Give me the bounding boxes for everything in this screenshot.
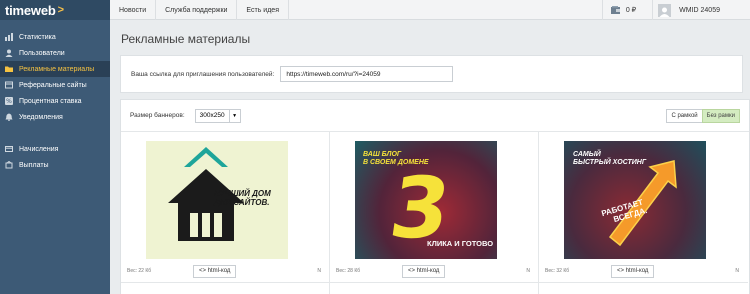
sidebar-item-notifications[interactable]: Уведомления	[0, 109, 110, 125]
card-footer: Вес: 28 Кб <> html-код N	[330, 264, 539, 278]
sidebar-item-label: Рекламные материалы	[19, 65, 95, 73]
html-code-button[interactable]: <> html-код	[402, 264, 446, 278]
accruals-icon	[5, 145, 13, 153]
sidebar: timeweb > Статистика Пользователи Реклам…	[0, 0, 110, 294]
sites-icon	[5, 81, 13, 89]
banner-card: ВАШ БЛОГ В СВОЕМ ДОМЕНЕ 3 КЛИКА И ГОТОВО…	[330, 132, 539, 294]
sidebar-item-label: Уведомления	[19, 113, 63, 121]
user-menu[interactable]: WMID 24059	[652, 0, 750, 20]
with-frame-button[interactable]: С рамкой	[666, 108, 702, 123]
sidebar-item-interest-rate[interactable]: % Процентная ставка	[0, 93, 110, 109]
sidebar-item-payouts[interactable]: Выплаты	[0, 157, 110, 173]
sidebar-nav: Статистика Пользователи Рекламные матери…	[0, 29, 110, 173]
balance-value: 0 ₽	[625, 7, 637, 14]
banner-size-value: 300x250	[196, 109, 230, 122]
sidebar-item-label: Пользователи	[19, 49, 65, 57]
invite-url-field[interactable]: https://timeweb.com/ru/?i=24059	[280, 66, 454, 82]
new-badge: N	[526, 268, 530, 274]
invite-link-panel: Ваша ссылка для приглашения пользователе…	[120, 55, 743, 93]
percent-icon: %	[5, 97, 13, 105]
sidebar-item-users[interactable]: Пользователи	[0, 45, 110, 61]
user-id: WMID 24059	[679, 6, 720, 14]
sidebar-item-accruals[interactable]: Начисления	[0, 141, 110, 157]
banner-image-fastest-hosting: САМЫЙ БЫСТРЫЙ ХОСТИНГ РАБОТАЕТ ВСЕГДА.	[564, 141, 706, 259]
banner-image-best-home: ЛУЧШИЙ ДОМ ДЛЯ САЙТОВ.	[146, 141, 288, 259]
logo-arrow-icon: >	[57, 4, 65, 16]
payouts-icon	[5, 161, 13, 169]
sidebar-item-ad-materials[interactable]: Рекламные материалы	[0, 61, 110, 77]
banner-filter-bar: Размер баннеров: 300x250 ▼ С рамкой Без …	[121, 100, 749, 132]
topbar-right: 0 ₽ WMID 24059	[601, 0, 750, 20]
stats-icon	[5, 33, 13, 41]
banner-weight: Вес: 32 Кб	[545, 268, 570, 274]
new-badge: N	[317, 268, 321, 274]
avatar	[658, 3, 672, 17]
without-frame-button[interactable]: Без рамки	[701, 108, 740, 123]
caret-down-icon: ▼	[232, 112, 238, 119]
sidebar-item-label: Статистика	[19, 33, 56, 41]
topbar: Новости Служба поддержки Есть идея 0 ₽ W…	[110, 0, 750, 20]
sidebar-item-label: Реферальные сайты	[19, 81, 87, 89]
banner-size-select[interactable]: 300x250 ▼	[194, 108, 241, 123]
invite-label: Ваша ссылка для приглашения пользователе…	[131, 70, 275, 78]
banner-weight: Вес: 22 Кб	[127, 268, 152, 274]
banner-text: ДЛЯ САЙТОВ.	[214, 198, 270, 207]
page-title: Рекламные материалы	[121, 32, 251, 46]
balance[interactable]: 0 ₽	[601, 0, 652, 20]
banner-grid: ЛУЧШИЙ ДОМ ДЛЯ САЙТОВ. Вес: 22 Кб <> htm…	[121, 132, 749, 294]
svg-text:%: %	[6, 98, 12, 105]
sidebar-item-label: Процентная ставка	[19, 97, 82, 105]
sidebar-item-label: Начисления	[19, 145, 59, 153]
banner-card: ЛУЧШИЙ ДОМ ДЛЯ САЙТОВ. Вес: 22 Кб <> htm…	[121, 132, 330, 294]
banner-weight: Вес: 28 Кб	[336, 268, 361, 274]
bell-icon	[5, 113, 13, 121]
folder-icon	[5, 65, 13, 73]
html-code-button[interactable]: <> html-код	[193, 264, 237, 278]
html-code-button[interactable]: <> html-код	[611, 264, 655, 278]
banner-card: САМЫЙ БЫСТРЫЙ ХОСТИНГ РАБОТАЕТ ВСЕГДА. В…	[539, 132, 748, 294]
topbar-link-news[interactable]: Новости	[110, 0, 157, 20]
banner-image-3-clicks: ВАШ БЛОГ В СВОЕМ ДОМЕНЕ 3 КЛИКА И ГОТОВО	[355, 141, 497, 259]
new-badge: N	[735, 268, 739, 274]
user-icon	[659, 7, 670, 17]
logo[interactable]: timeweb >	[0, 0, 110, 20]
frame-toggle: С рамкой Без рамки	[666, 108, 740, 123]
banner-size-label: Размер баннеров:	[130, 112, 185, 119]
banner-text: КЛИКА И ГОТОВО	[427, 239, 494, 248]
users-icon	[5, 49, 13, 57]
sidebar-item-label: Выплаты	[19, 161, 49, 169]
banner-text: ЛУЧШИЙ ДОМ	[214, 189, 271, 198]
banner-text: ВАШ БЛОГ	[363, 151, 402, 158]
card-footer: Вес: 32 Кб <> html-код N	[539, 264, 748, 278]
main-content: Рекламные материалы Ваша ссылка для приг…	[110, 20, 750, 294]
sidebar-item-referral-sites[interactable]: Реферальные сайты	[0, 77, 110, 93]
banners-panel: Размер баннеров: 300x250 ▼ С рамкой Без …	[120, 99, 750, 294]
logo-text: timeweb	[5, 2, 56, 18]
topbar-link-support[interactable]: Служба поддержки	[156, 0, 238, 20]
wallet-icon	[610, 6, 620, 14]
topbar-link-idea[interactable]: Есть идея	[237, 0, 289, 20]
sidebar-item-statistics[interactable]: Статистика	[0, 29, 110, 45]
card-footer: Вес: 22 Кб <> html-код N	[121, 264, 330, 278]
